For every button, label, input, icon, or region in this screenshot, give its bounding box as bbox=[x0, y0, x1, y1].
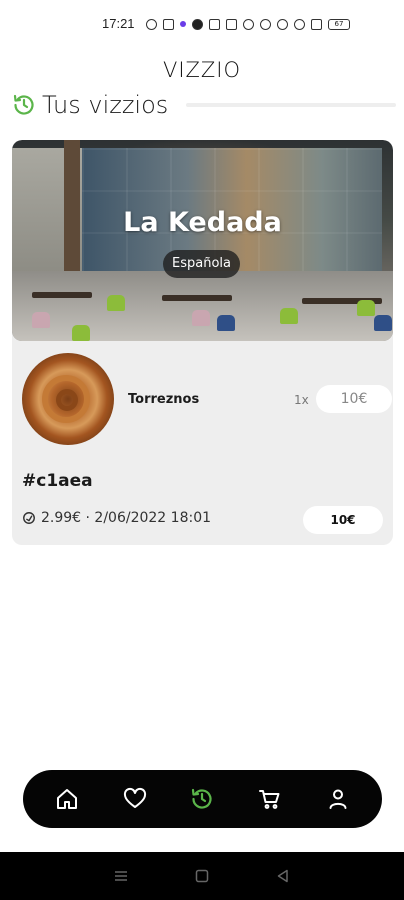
nav-favorites[interactable] bbox=[115, 779, 155, 819]
status-bar: 17:21 67 bbox=[0, 0, 404, 48]
bottom-nav bbox=[23, 770, 382, 828]
order-meta-text: 2.99€ · 2/06/2022 18:01 bbox=[41, 510, 212, 526]
item-image-detail bbox=[56, 389, 78, 411]
back-icon[interactable] bbox=[275, 868, 291, 884]
banner-chair bbox=[72, 325, 90, 341]
recents-icon[interactable] bbox=[113, 868, 129, 884]
app-title: VIZZIO bbox=[162, 58, 242, 82]
order-total: 10€ bbox=[303, 506, 383, 534]
section-title: Tus vizzios bbox=[42, 91, 169, 119]
banner-chair bbox=[32, 312, 50, 328]
data-icon bbox=[277, 18, 288, 30]
banner-floor bbox=[12, 271, 393, 341]
system-nav-bar bbox=[0, 852, 404, 900]
restaurant-name: La Kedada bbox=[123, 207, 282, 238]
banner-chair bbox=[374, 315, 392, 331]
instagram-icon bbox=[163, 18, 174, 30]
banner-chair bbox=[217, 315, 235, 331]
banner-chair bbox=[357, 300, 375, 316]
cuisine-badge: Española bbox=[163, 250, 240, 278]
nav-profile[interactable] bbox=[318, 779, 358, 819]
nav-history[interactable] bbox=[182, 779, 222, 819]
signal-icon bbox=[311, 18, 322, 30]
section-divider bbox=[186, 103, 396, 107]
order-card[interactable]: La Kedada Española Torreznos 1x 10€ #c1a… bbox=[12, 140, 393, 545]
user-icon bbox=[329, 789, 347, 809]
nav-cart[interactable] bbox=[250, 779, 290, 819]
banner-chair bbox=[280, 308, 298, 324]
nav-home[interactable] bbox=[47, 779, 87, 819]
banner-chair bbox=[192, 310, 210, 326]
order-item-row: Torreznos 1x 10€ bbox=[22, 353, 392, 445]
battery-icon: 67 bbox=[328, 18, 350, 30]
cart-icon bbox=[259, 790, 280, 809]
tip-icon bbox=[23, 512, 35, 524]
item-price: 10€ bbox=[316, 385, 392, 413]
status-time: 17:21 bbox=[102, 16, 135, 31]
mail-icon bbox=[209, 18, 220, 30]
restaurant-banner[interactable]: La Kedada Española bbox=[12, 140, 393, 341]
banner-chair bbox=[107, 295, 125, 311]
home-icon bbox=[56, 789, 77, 809]
wifi-icon bbox=[294, 18, 305, 30]
order-meta: 2.99€ · 2/06/2022 18:01 bbox=[22, 510, 211, 526]
order-code: #c1aea bbox=[22, 471, 93, 491]
banner-table bbox=[32, 292, 92, 298]
whatsapp-icon bbox=[146, 18, 157, 30]
alarm-icon bbox=[243, 18, 254, 30]
app-icon bbox=[192, 18, 203, 30]
item-name: Torreznos bbox=[128, 392, 200, 407]
section-header: Tus vizzios bbox=[12, 90, 396, 120]
nfc-icon bbox=[226, 18, 237, 30]
item-image bbox=[22, 353, 114, 445]
status-icons: 67 bbox=[146, 17, 350, 31]
history-icon bbox=[192, 788, 213, 809]
history-icon bbox=[13, 94, 34, 115]
heart-icon bbox=[123, 787, 146, 808]
notification-dot-icon bbox=[180, 21, 186, 27]
home-button-icon[interactable] bbox=[194, 868, 210, 884]
bluetooth-icon bbox=[260, 18, 271, 30]
item-quantity: 1x bbox=[294, 393, 309, 407]
banner-table bbox=[162, 295, 232, 301]
